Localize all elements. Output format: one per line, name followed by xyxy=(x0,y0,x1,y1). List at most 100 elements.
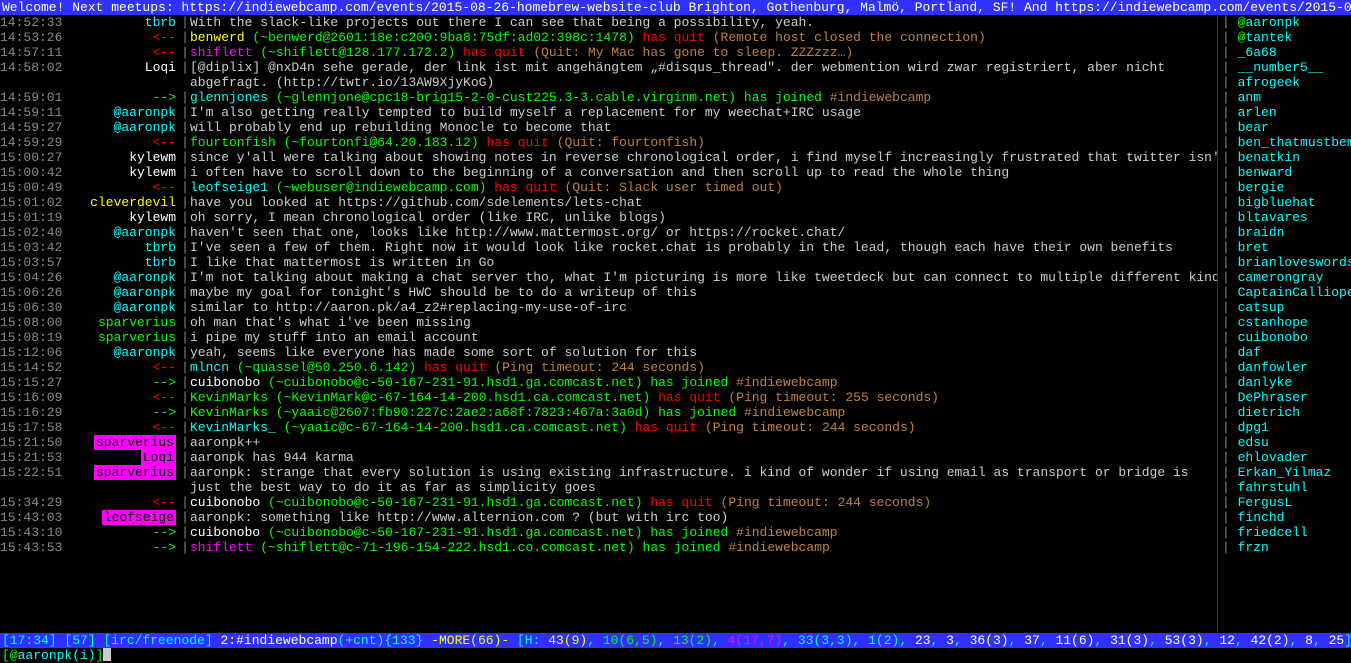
message-text: have you looked at https://github.com/sd… xyxy=(190,195,1217,210)
timestamp: 15:02:40 xyxy=(0,225,70,240)
message-log[interactable]: 14:52:33tbrb|With the slack-like project… xyxy=(0,15,1217,633)
message-text: leofseige1 (~webuser@indiewebcamp.com) h… xyxy=(190,180,1217,195)
nick-entry[interactable]: | Erkan_Yilmaz xyxy=(1222,465,1351,480)
nick: Loqi xyxy=(70,450,180,465)
nick-entry[interactable]: | friedcell xyxy=(1222,525,1351,540)
timestamp: 15:03:42 xyxy=(0,240,70,255)
message-text: haven't seen that one, looks like http:/… xyxy=(190,225,1217,240)
nick-entry[interactable]: | bigbluehat xyxy=(1222,195,1351,210)
nick: <-- xyxy=(70,45,180,60)
nick: <-- xyxy=(70,360,180,375)
separator: | xyxy=(180,15,190,30)
timestamp: 15:06:26 xyxy=(0,285,70,300)
nick-entry[interactable]: | catsup xyxy=(1222,300,1351,315)
nick-entry[interactable]: | anm xyxy=(1222,90,1351,105)
nick-entry[interactable]: | __number5__ xyxy=(1222,60,1351,75)
nick-entry[interactable]: | benatkin xyxy=(1222,150,1351,165)
nick-entry[interactable]: | finchd xyxy=(1222,510,1351,525)
separator: | xyxy=(180,255,190,270)
separator: | xyxy=(180,90,190,105)
separator: | xyxy=(180,540,190,555)
nick-entry[interactable]: | CaptainCalliope xyxy=(1222,285,1351,300)
timestamp: 14:59:29 xyxy=(0,135,70,150)
nick: <-- xyxy=(70,180,180,195)
separator: | xyxy=(180,330,190,345)
message-row: 15:15:27-->|cuibonobo (~cuibonobo@c-50-1… xyxy=(0,375,1217,390)
message-row: 15:00:49<--|leofseige1 (~webuser@indiewe… xyxy=(0,180,1217,195)
message-text: mlncn (~quassel@50.250.6.142) has quit (… xyxy=(190,360,1217,375)
timestamp: 15:43:03 xyxy=(0,510,70,525)
nick: @aaronpk xyxy=(70,300,180,315)
separator: | xyxy=(180,375,190,390)
message-text: aaronpk: strange that every solution is … xyxy=(190,465,1217,495)
nick-entry[interactable]: | @tantek xyxy=(1222,30,1351,45)
message-text: i often have to scroll down to the begin… xyxy=(190,165,1217,180)
message-text: I've seen a few of them. Right now it wo… xyxy=(190,240,1217,255)
input-bar[interactable]: [@aaronpk(i)] xyxy=(0,648,1351,663)
nick-entry[interactable]: | braidn xyxy=(1222,225,1351,240)
nick: <-- xyxy=(70,390,180,405)
nick-entry[interactable]: | frzn xyxy=(1222,540,1351,555)
nick-entry[interactable]: | ehlovader xyxy=(1222,450,1351,465)
nick-entry[interactable]: | edsu xyxy=(1222,435,1351,450)
timestamp: 15:16:29 xyxy=(0,405,70,420)
nick-entry[interactable]: | bret xyxy=(1222,240,1351,255)
nick: tbrb xyxy=(70,255,180,270)
separator: | xyxy=(180,450,190,465)
timestamp: 15:17:58 xyxy=(0,420,70,435)
nick-entry[interactable]: | bear xyxy=(1222,120,1351,135)
message-row: 15:06:30@aaronpk|similar to http://aaron… xyxy=(0,300,1217,315)
message-text: KevinMarks (~yaaic@2607:fb90:227c:2ae2:a… xyxy=(190,405,1217,420)
nick-entry[interactable]: | bltavares xyxy=(1222,210,1351,225)
timestamp: 15:08:19 xyxy=(0,330,70,345)
nick: sparverius xyxy=(70,435,180,450)
nick-entry[interactable]: | camerongray xyxy=(1222,270,1351,285)
nick: kylewm xyxy=(70,210,180,225)
message-row: 15:01:02cleverdevil|have you looked at h… xyxy=(0,195,1217,210)
message-text: fourtonfish (~fourtonfi@64.20.183.12) ha… xyxy=(190,135,1217,150)
channel-topic: Welcome! Next meetups: https://indiewebc… xyxy=(0,0,1351,15)
cursor xyxy=(103,648,111,661)
message-text: oh man that's what i've been missing xyxy=(190,315,1217,330)
nick-entry[interactable]: | daf xyxy=(1222,345,1351,360)
timestamp: 15:43:10 xyxy=(0,525,70,540)
nick-entry[interactable]: | cstanhope xyxy=(1222,315,1351,330)
separator: | xyxy=(180,315,190,330)
nick: kylewm xyxy=(70,165,180,180)
nick: <-- xyxy=(70,30,180,45)
nick-entry[interactable]: | danfowler xyxy=(1222,360,1351,375)
nick-entry[interactable]: | dietrich xyxy=(1222,405,1351,420)
nick-entry[interactable]: | afrogeek xyxy=(1222,75,1351,90)
nick-entry[interactable]: | benward xyxy=(1222,165,1351,180)
nick-entry[interactable]: | arlen xyxy=(1222,105,1351,120)
status-bar: [17:34] [57] [irc/freenode] 2:#indiewebc… xyxy=(0,633,1351,648)
nick: --> xyxy=(70,90,180,105)
message-text: aaronpk++ xyxy=(190,435,1217,450)
nick-entry[interactable]: | dpg1 xyxy=(1222,420,1351,435)
nick-list[interactable]: | @aaronpk| @tantek| _6a68| __number5__|… xyxy=(1217,15,1351,633)
nick-entry[interactable]: | bergie xyxy=(1222,180,1351,195)
message-input[interactable] xyxy=(113,648,1349,663)
nick-entry[interactable]: | brianloveswords xyxy=(1222,255,1351,270)
message-text: cuibonobo (~cuibonobo@c-50-167-231-91.hs… xyxy=(190,375,1217,390)
nick-entry[interactable]: | @aaronpk xyxy=(1222,15,1351,30)
timestamp: 15:16:09 xyxy=(0,390,70,405)
timestamp: 14:59:27 xyxy=(0,120,70,135)
timestamp: 15:14:52 xyxy=(0,360,70,375)
separator: | xyxy=(180,60,190,90)
nick-entry[interactable]: | DePhraser xyxy=(1222,390,1351,405)
nick-entry[interactable]: | cuibonobo xyxy=(1222,330,1351,345)
nick-entry[interactable]: | danlyke xyxy=(1222,375,1351,390)
nick-entry[interactable]: | ben_thatmustbeme xyxy=(1222,135,1351,150)
message-row: 14:59:29<--|fourtonfish (~fourtonfi@64.2… xyxy=(0,135,1217,150)
timestamp: 15:21:50 xyxy=(0,435,70,450)
nick-entry[interactable]: | _6a68 xyxy=(1222,45,1351,60)
message-text: I'm not talking about making a chat serv… xyxy=(190,270,1217,285)
message-row: 14:59:01-->|glennjones (~glennjone@cpc18… xyxy=(0,90,1217,105)
separator: | xyxy=(180,120,190,135)
nick-entry[interactable]: | FergusL xyxy=(1222,495,1351,510)
message-text: With the slack-like projects out there I… xyxy=(190,15,1217,30)
nick-entry[interactable]: | fahrstuhl xyxy=(1222,480,1351,495)
nick: @aaronpk xyxy=(70,270,180,285)
timestamp: 15:12:06 xyxy=(0,345,70,360)
